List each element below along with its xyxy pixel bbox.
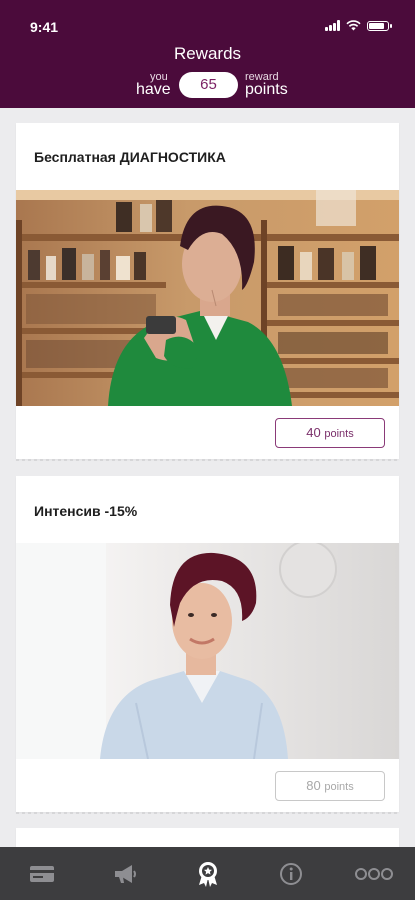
- reward-points-value: 40: [306, 425, 321, 440]
- header: 9:41 Rewards you have 65 reward points: [0, 0, 415, 108]
- reward-image: [16, 190, 399, 406]
- tab-info[interactable]: [249, 847, 332, 900]
- page-title: Rewards: [173, 44, 242, 63]
- points-label: points: [245, 81, 288, 98]
- wifi-icon: [346, 20, 361, 31]
- info-icon: [279, 862, 302, 885]
- reward-footer: 80 points: [16, 759, 399, 814]
- reward-card[interactable]: Бесплатная ДИАГНОСТИКА 40 points: [16, 123, 399, 461]
- have-label: have: [136, 81, 171, 98]
- points-balance: 65: [179, 72, 238, 98]
- tab-bar: [0, 847, 415, 900]
- status-icons: [325, 20, 392, 31]
- redeem-button[interactable]: 40 points: [275, 418, 385, 448]
- tab-card[interactable]: [0, 847, 83, 900]
- reward-image: [16, 543, 399, 759]
- tab-promotions[interactable]: [83, 847, 166, 900]
- battery-icon: [367, 20, 392, 31]
- tab-rewards[interactable]: [166, 847, 249, 900]
- more-icon: [354, 867, 393, 880]
- reward-points-unit: points: [324, 428, 354, 440]
- reward-title: Интенсив -15%: [34, 503, 138, 519]
- status-time: 9:41: [30, 19, 59, 35]
- reward-title: Бесплатная ДИАГНОСТИКА: [34, 149, 226, 165]
- reward-points-value: 80: [306, 778, 321, 793]
- award-icon: [198, 861, 217, 887]
- reward-points-summary: you have 65 reward points: [0, 70, 415, 100]
- tab-more[interactable]: [332, 847, 415, 900]
- megaphone-icon: [114, 864, 136, 883]
- card-icon: [29, 865, 54, 882]
- reward-card[interactable]: Интенсив -15% 80 points: [16, 476, 399, 814]
- reward-card[interactable]: [16, 828, 399, 847]
- status-bar: 9:41: [0, 0, 415, 44]
- redeem-button[interactable]: 80 points: [275, 771, 385, 801]
- cellular-signal-icon: [325, 20, 340, 31]
- reward-footer: 40 points: [16, 406, 399, 461]
- reward-points-unit: points: [324, 781, 354, 793]
- rewards-list[interactable]: Бесплатная ДИАГНОСТИКА 40 points Интенси…: [0, 108, 415, 847]
